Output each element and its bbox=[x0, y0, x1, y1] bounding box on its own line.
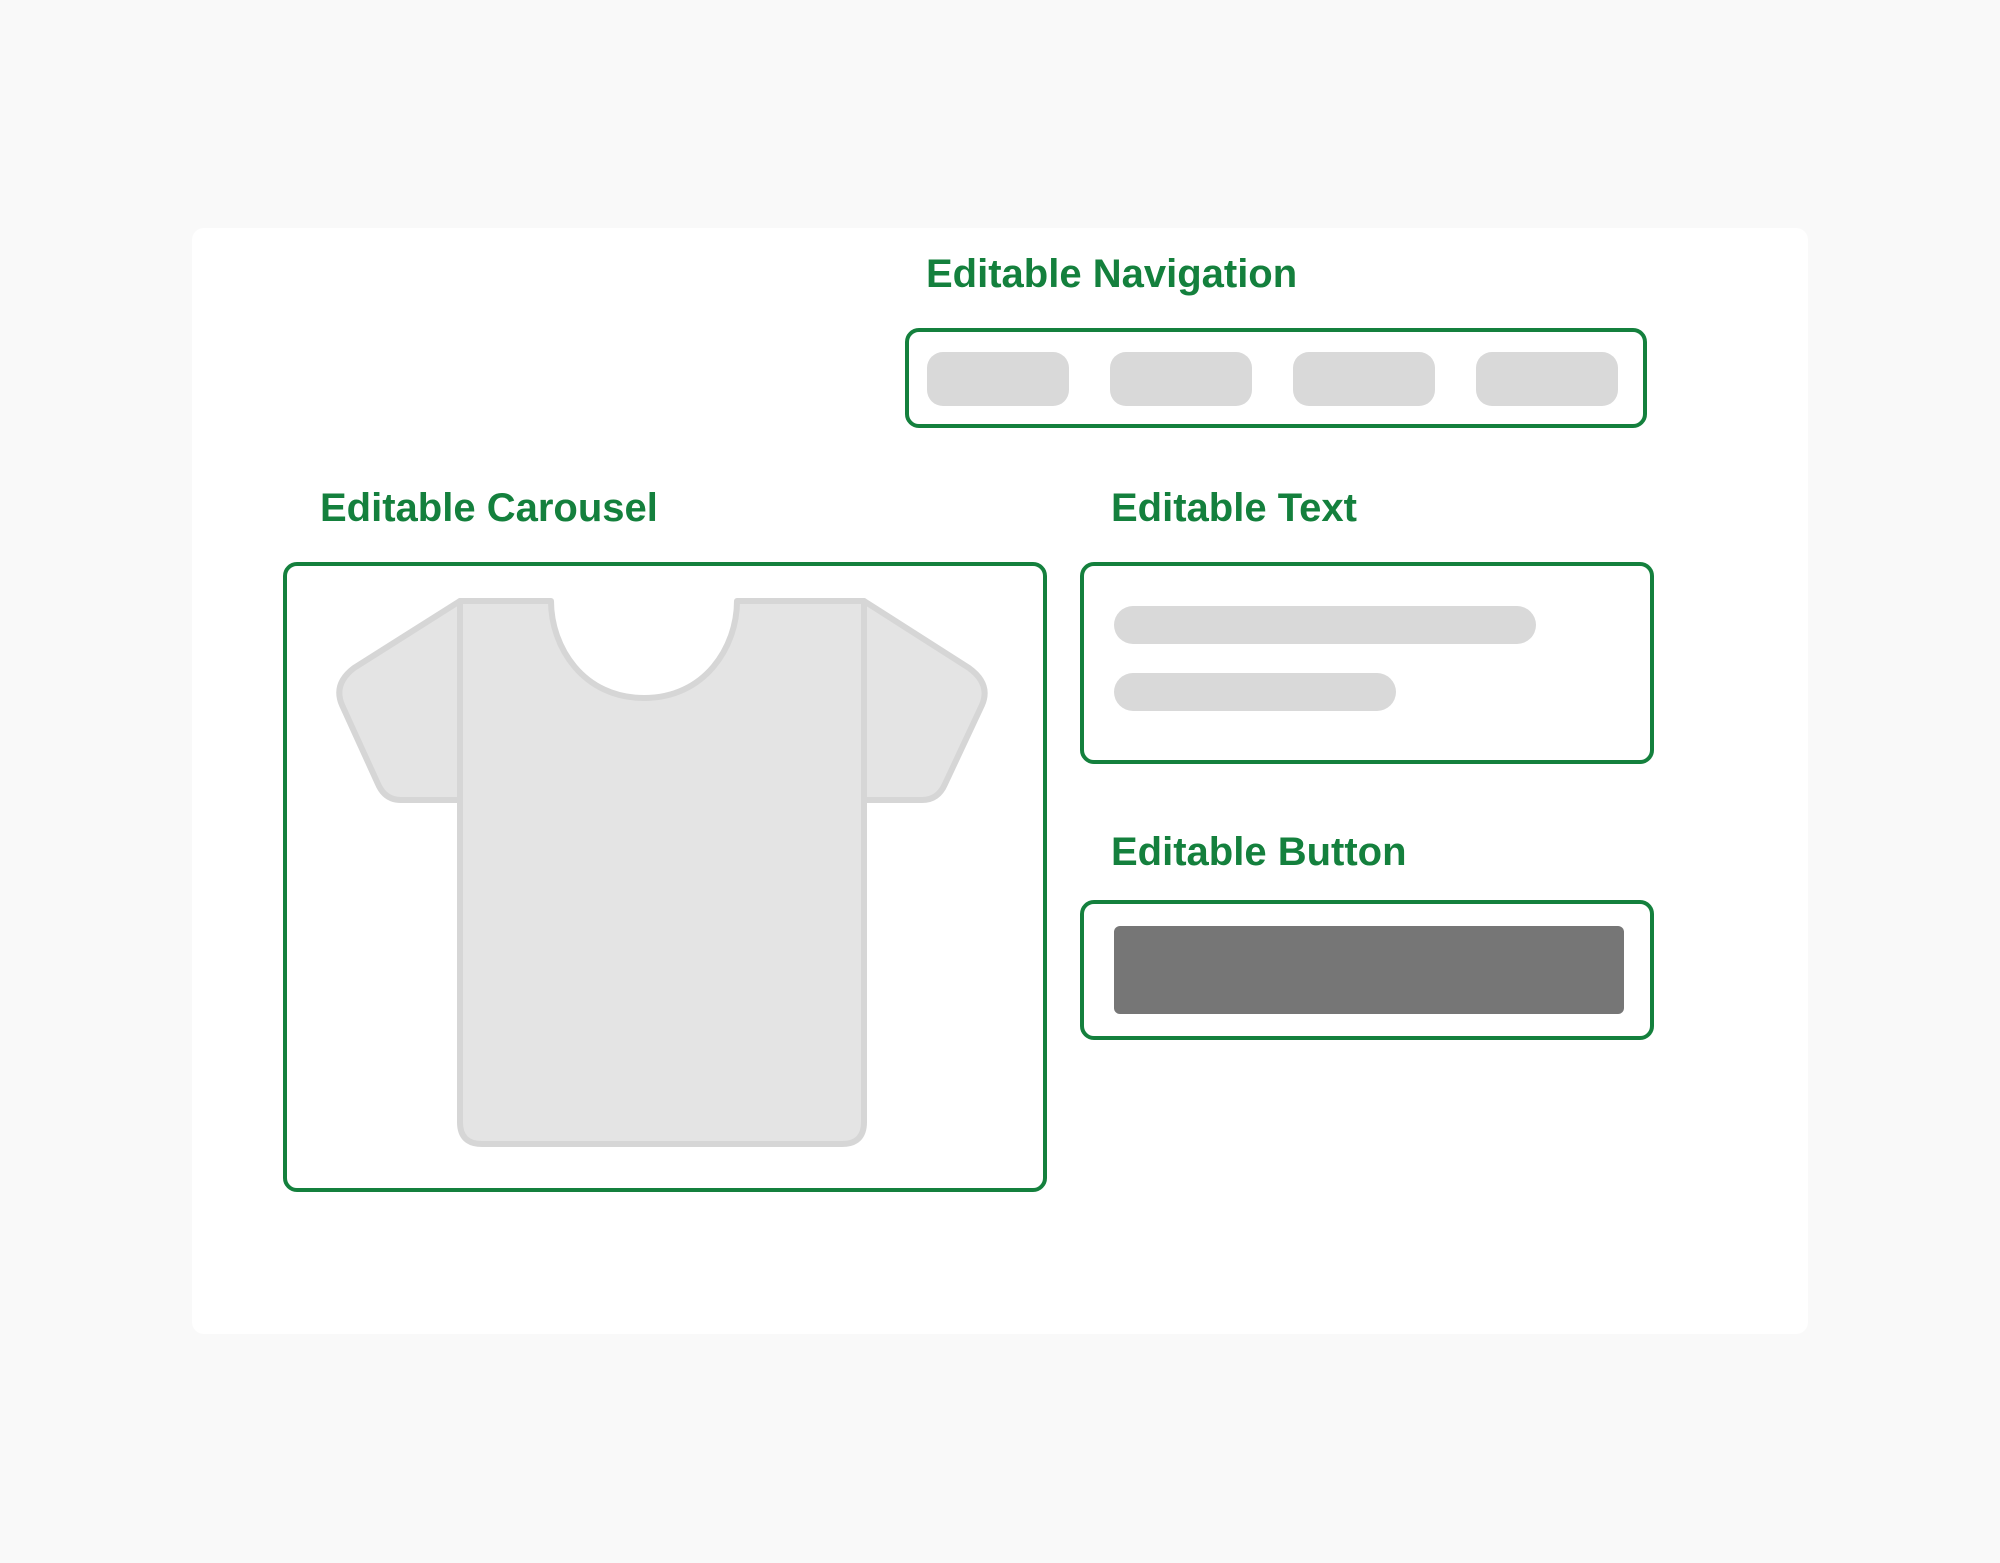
button-region-label: Editable Button bbox=[1111, 830, 1407, 874]
button-region[interactable] bbox=[1080, 900, 1654, 1040]
nav-item-placeholder[interactable] bbox=[1293, 352, 1435, 406]
navigation-region-label: Editable Navigation bbox=[926, 252, 1298, 296]
navigation-region[interactable] bbox=[905, 328, 1647, 428]
nav-item-placeholder[interactable] bbox=[927, 352, 1069, 406]
text-region[interactable] bbox=[1080, 562, 1654, 764]
nav-item-placeholder[interactable] bbox=[1476, 352, 1618, 406]
t-shirt-icon bbox=[336, 598, 988, 1147]
text-region-label: Editable Text bbox=[1111, 486, 1357, 530]
carousel-region-label: Editable Carousel bbox=[320, 486, 658, 530]
carousel-region[interactable] bbox=[283, 562, 1047, 1192]
page-canvas: Editable Navigation Editable Carousel Ed… bbox=[192, 228, 1808, 1334]
nav-item-placeholder[interactable] bbox=[1110, 352, 1252, 406]
text-line-placeholder bbox=[1114, 673, 1396, 711]
text-line-placeholder bbox=[1114, 606, 1536, 644]
button-placeholder[interactable] bbox=[1114, 926, 1624, 1014]
